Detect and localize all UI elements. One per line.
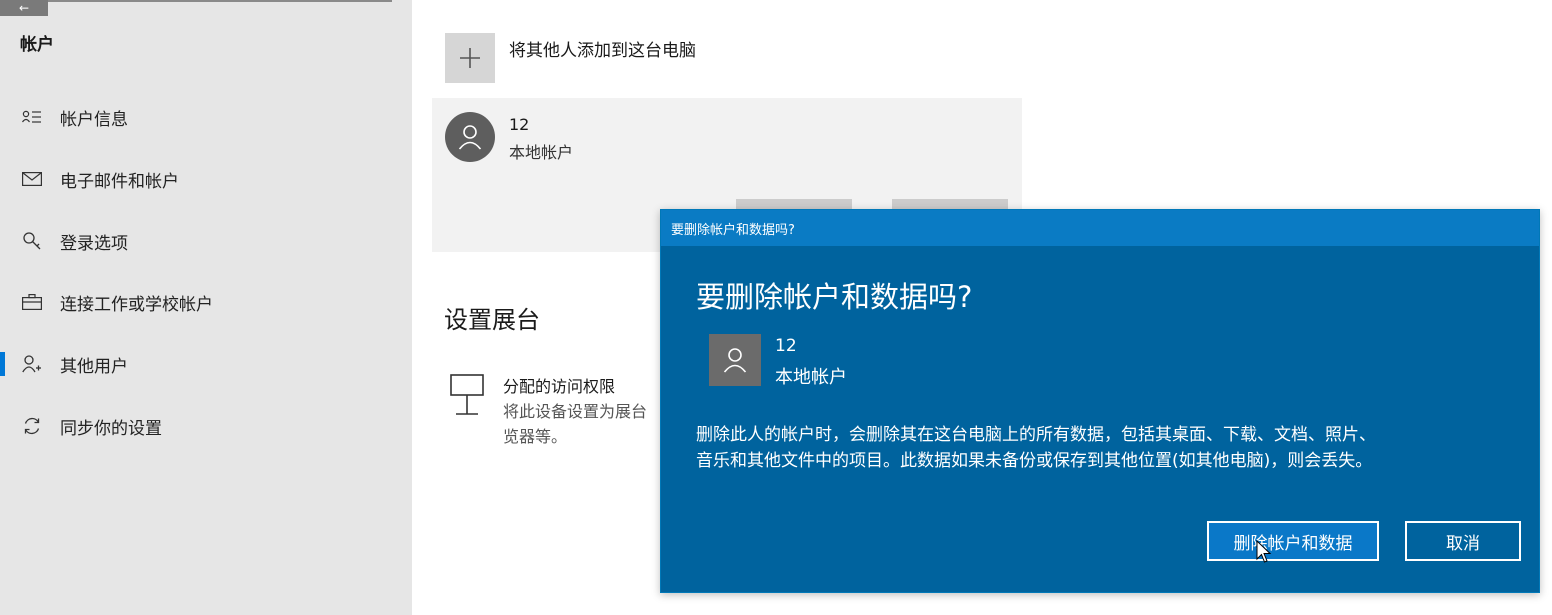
mail-icon: [20, 172, 44, 186]
user-name: 12: [509, 115, 530, 134]
mouse-cursor-icon: [1256, 540, 1272, 563]
back-button[interactable]: ←: [0, 0, 48, 16]
sidebar-heading: 帐户: [20, 35, 54, 55]
dialog-heading: 要删除帐户和数据吗?: [696, 280, 973, 314]
delete-account-data-button[interactable]: 删除帐户和数据: [1207, 521, 1379, 561]
delete-account-dialog: 要删除帐户和数据吗? 要删除帐户和数据吗? 12 本地帐户 删除此人的帐户时，会…: [660, 209, 1540, 593]
cancel-button[interactable]: 取消: [1405, 521, 1521, 561]
key-icon: [20, 231, 44, 251]
user-avatar: [445, 112, 495, 162]
assigned-access-desc-line2: 览器等。: [503, 427, 568, 446]
dialog-user-name: 12: [775, 336, 797, 356]
nav-item-other-users[interactable]: 其他用户: [0, 344, 412, 384]
briefcase-icon: [20, 294, 44, 310]
nav-label-sync-settings: 同步你的设置: [60, 418, 162, 439]
nav-label-work-school: 连接工作或学校帐户: [60, 294, 213, 315]
kiosk-section-title: 设置展台: [444, 306, 540, 334]
nav-item-account-info[interactable]: 帐户信息: [0, 97, 412, 137]
back-arrow-icon: ←: [18, 1, 30, 15]
nav-label-email-accounts: 电子邮件和帐户: [60, 171, 179, 192]
assigned-access-title[interactable]: 分配的访问权限: [503, 373, 615, 397]
person-icon: [723, 348, 747, 373]
nav-label-sign-in-options: 登录选项: [60, 233, 128, 254]
person-add-icon: [20, 355, 44, 373]
plus-icon: [460, 48, 480, 68]
nav-item-work-school[interactable]: 连接工作或学校帐户: [0, 282, 412, 322]
dialog-message-line1: 删除此人的帐户时，会删除其在这台电脑上的所有数据，包括其桌面、下载、文档、照片、: [696, 425, 1376, 445]
dialog-user-type: 本地帐户: [775, 367, 847, 388]
sync-icon: [20, 416, 44, 436]
nav-label-account-info: 帐户信息: [60, 109, 128, 130]
dialog-message-line2: 音乐和其他文件中的项目。此数据如果未备份或保存到其他位置(如其他电脑)，则会丢失…: [696, 451, 1373, 471]
dialog-message: 删除此人的帐户时，会删除其在这台电脑上的所有数据，包括其桌面、下载、文档、照片、…: [696, 422, 1516, 474]
nav-item-sync-settings[interactable]: 同步你的设置: [0, 406, 412, 446]
assigned-access-desc-line1: 将此设备设置为展台: [503, 402, 648, 421]
top-divider: [48, 0, 392, 2]
nav-item-email-accounts[interactable]: 电子邮件和帐户: [0, 159, 412, 199]
dialog-user-avatar: [709, 334, 761, 386]
kiosk-icon: [450, 374, 484, 415]
dialog-titlebar: 要删除帐户和数据吗?: [661, 210, 1539, 246]
nav-label-other-users: 其他用户: [60, 356, 128, 377]
add-user-label[interactable]: 将其他人添加到这台电脑: [509, 36, 696, 61]
person-icon: [458, 125, 482, 150]
sidebar: ← 帐户 帐户信息 电子邮件和帐户 登录选项 连接工作或学校帐户 其他用户 同步…: [0, 0, 412, 615]
nav-item-sign-in-options[interactable]: 登录选项: [0, 221, 412, 261]
account-info-icon: [20, 110, 44, 124]
user-type: 本地帐户: [509, 143, 574, 162]
add-user-button[interactable]: [445, 33, 495, 83]
